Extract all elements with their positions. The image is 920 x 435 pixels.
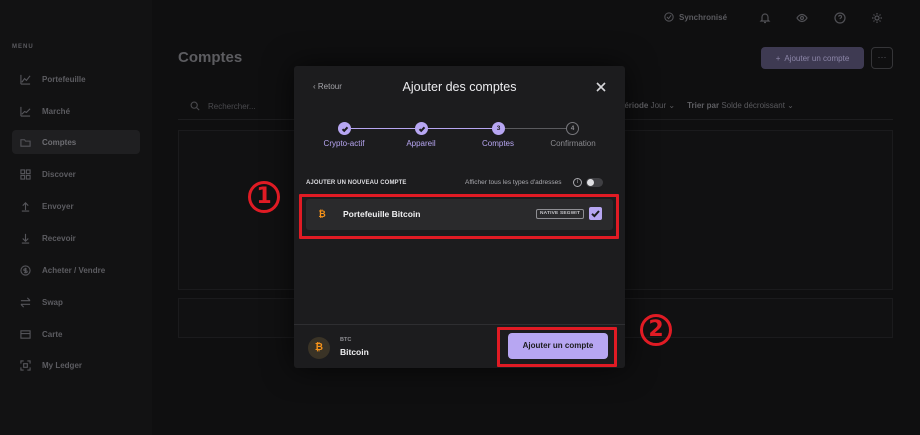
sidebar-item-my-ledger[interactable]: My Ledger bbox=[12, 353, 140, 377]
annotation-number-1: 1 bbox=[248, 181, 280, 213]
step-label-comptes: Comptes bbox=[481, 139, 514, 148]
sidebar-item-label: Discover bbox=[42, 169, 76, 179]
step-connector bbox=[351, 128, 415, 129]
sidebar-item-label: Carte bbox=[42, 329, 63, 339]
step-1-check-icon bbox=[338, 122, 351, 135]
toggle-knob bbox=[587, 179, 594, 186]
annotation-box-1 bbox=[299, 194, 619, 239]
annotation-number-2: 2 bbox=[640, 314, 672, 346]
step-label-appareil: Appareil bbox=[406, 139, 436, 148]
sync-label: Synchronisé bbox=[679, 12, 728, 22]
search-input[interactable]: Rechercher... bbox=[190, 101, 256, 111]
page-title: Comptes bbox=[178, 49, 243, 66]
settings-icon[interactable] bbox=[871, 11, 883, 23]
search-placeholder: Rechercher... bbox=[208, 101, 256, 111]
step-connector bbox=[505, 128, 569, 129]
bell-icon[interactable] bbox=[759, 11, 771, 24]
sidebar-item-comptes[interactable]: Comptes bbox=[12, 130, 140, 154]
show-all-addresses-label: Afficher tous les types d'adresses bbox=[465, 179, 562, 186]
step-label-crypto: Crypto-actif bbox=[323, 139, 365, 148]
arrow-down-icon bbox=[21, 233, 30, 244]
step-connector bbox=[428, 128, 492, 129]
sidebar-item-recevoir[interactable]: Recevoir bbox=[12, 226, 140, 250]
period-value: Jour bbox=[650, 101, 667, 110]
grid-icon bbox=[20, 168, 31, 180]
plus-icon: + bbox=[775, 53, 781, 63]
sort-label: Trier par bbox=[687, 101, 720, 110]
period-select[interactable]: Période Jour ⌄ bbox=[619, 101, 675, 110]
folder-icon bbox=[20, 138, 31, 147]
sidebar-item-marche[interactable]: Marché bbox=[12, 99, 140, 123]
ledger-icon bbox=[20, 359, 31, 371]
sort-select[interactable]: Trier par Solde décroissant ⌄ bbox=[687, 101, 794, 110]
chart-area-icon bbox=[20, 106, 31, 117]
annotation-box-2 bbox=[497, 327, 617, 367]
close-icon[interactable] bbox=[594, 80, 608, 94]
sidebar-item-envoyer[interactable]: Envoyer bbox=[12, 194, 140, 218]
coin-name: Bitcoin bbox=[340, 347, 369, 357]
sidebar-item-label: Comptes bbox=[42, 137, 77, 147]
stepper: 3 4 Crypto-actif Appareil Comptes Confir… bbox=[294, 122, 625, 152]
modal-title: Ajouter des comptes bbox=[402, 80, 517, 94]
sidebar-item-acheter-vendre[interactable]: Acheter / Vendre bbox=[12, 258, 140, 282]
card-icon bbox=[20, 329, 31, 339]
eye-icon[interactable] bbox=[796, 11, 808, 23]
show-all-addresses-toggle[interactable] bbox=[586, 178, 603, 187]
sidebar-item-portefeuille[interactable]: Portefeuille bbox=[12, 67, 140, 91]
chart-line-icon bbox=[20, 74, 31, 85]
sidebar-item-label: Marché bbox=[42, 106, 71, 116]
section-title: AJOUTER UN NOUVEAU COMPTE bbox=[306, 180, 407, 186]
add-account-label: Ajouter un compte bbox=[784, 53, 850, 63]
filter-controls: Période Jour ⌄ Trier par Solde décroissa… bbox=[619, 101, 794, 110]
sidebar-item-label: Envoyer bbox=[42, 201, 74, 211]
arrow-up-icon bbox=[21, 201, 30, 212]
sidebar-item-label: Swap bbox=[42, 297, 63, 307]
bitcoin-icon: ₿ bbox=[308, 337, 330, 359]
sidebar: MENU Portefeuille Marché Comptes Discove… bbox=[0, 0, 152, 435]
sidebar-item-label: Portefeuille bbox=[42, 74, 86, 84]
sidebar-item-discover[interactable]: Discover bbox=[12, 162, 140, 186]
coin-ticker: BTC bbox=[340, 337, 352, 343]
info-icon[interactable]: i bbox=[573, 178, 582, 187]
search-icon bbox=[190, 101, 200, 111]
step-3-dot: 3 bbox=[492, 122, 505, 135]
sort-value: Solde décroissant bbox=[721, 101, 785, 110]
menu-title: MENU bbox=[12, 44, 34, 50]
sidebar-item-swap[interactable]: Swap bbox=[12, 290, 140, 314]
step-label-confirmation: Confirmation bbox=[550, 139, 596, 148]
help-icon[interactable] bbox=[834, 11, 846, 24]
sidebar-item-label: Acheter / Vendre bbox=[42, 265, 106, 275]
dollar-circle-icon bbox=[20, 264, 31, 276]
step-2-check-icon bbox=[415, 122, 428, 135]
more-options-button[interactable]: ··· bbox=[871, 47, 893, 69]
check-circle-icon bbox=[664, 12, 674, 22]
sidebar-item-carte[interactable]: Carte bbox=[12, 322, 140, 346]
swap-icon bbox=[20, 297, 31, 307]
step-4-dot: 4 bbox=[566, 122, 579, 135]
sidebar-item-label: My Ledger bbox=[42, 360, 83, 370]
add-account-button[interactable]: + Ajouter un compte bbox=[761, 47, 864, 69]
sidebar-item-label: Recevoir bbox=[42, 233, 76, 243]
sync-status[interactable]: Synchronisé bbox=[664, 12, 727, 22]
